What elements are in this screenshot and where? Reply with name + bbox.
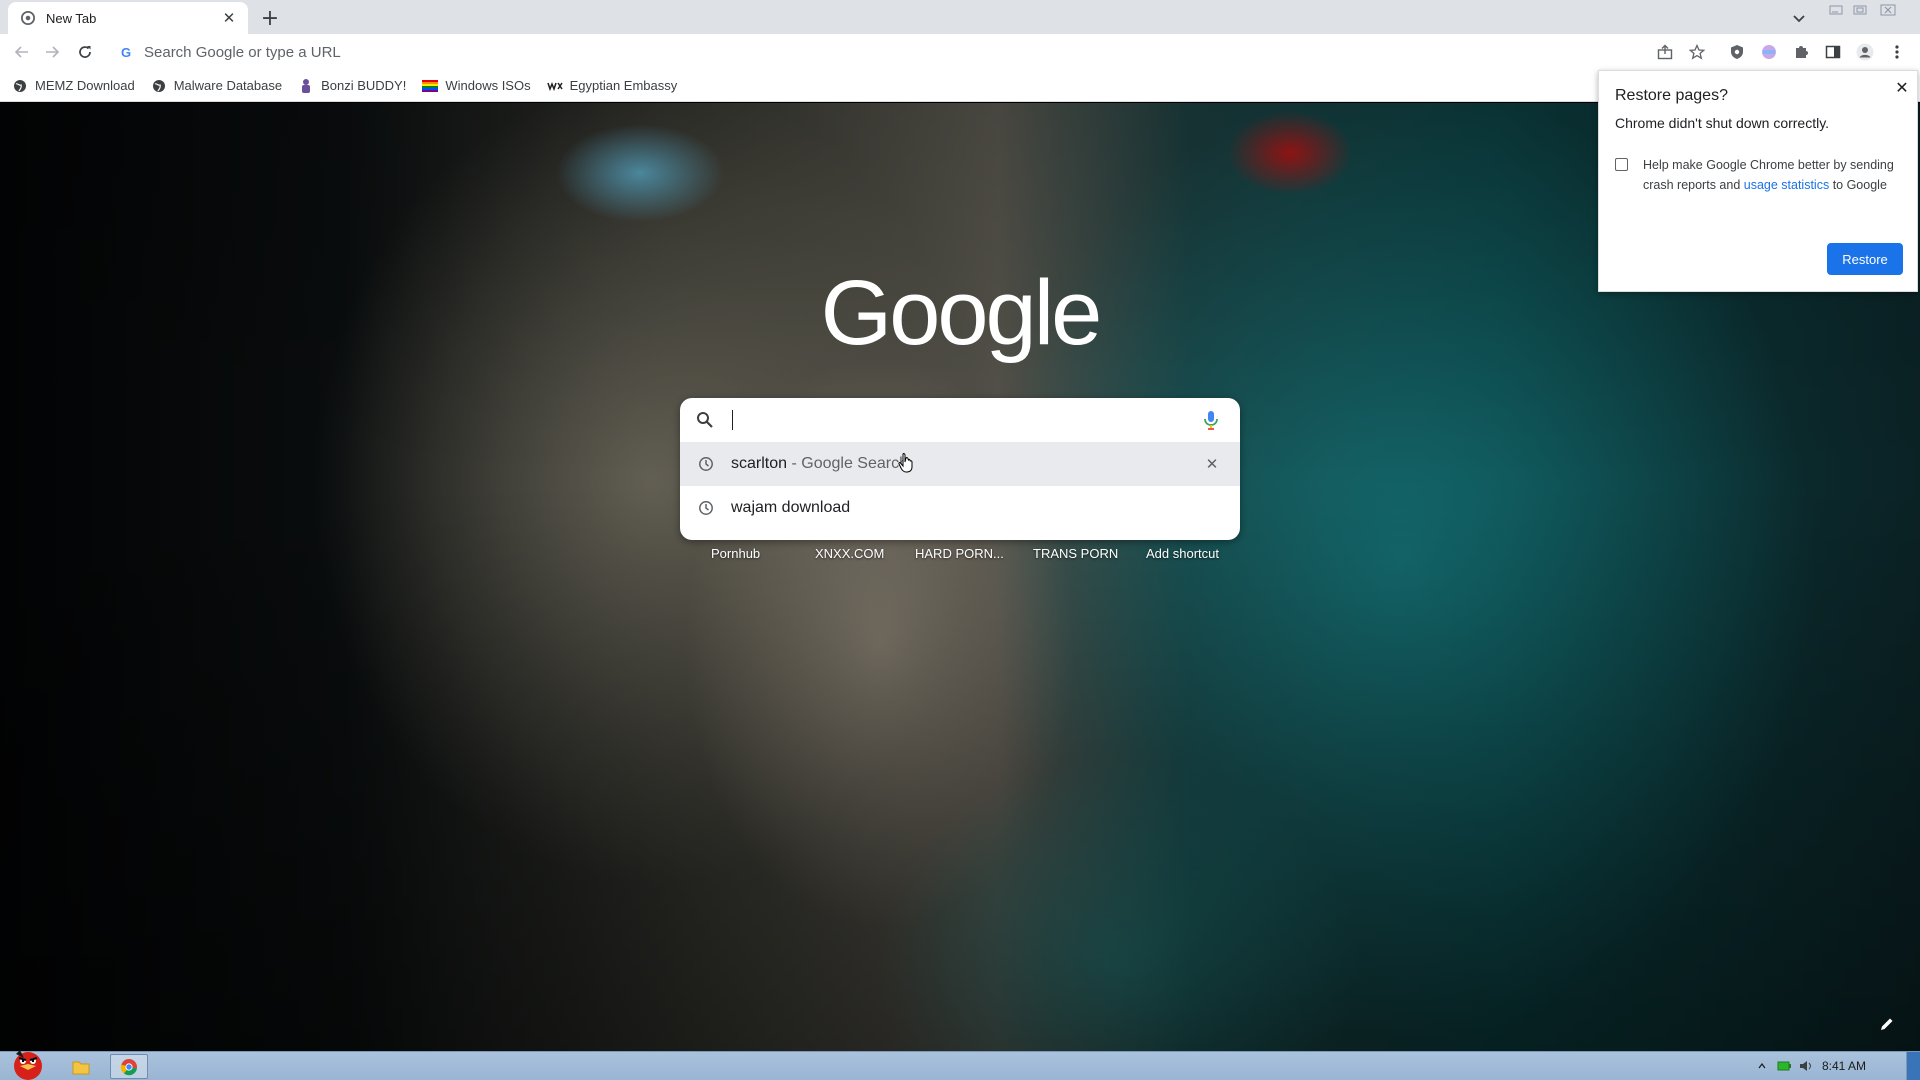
bookmark-memz-download[interactable]: MEMZ Download [12,74,135,98]
side-panel-icon[interactable] [1822,41,1844,63]
add-shortcut-button[interactable]: Add shortcut [1146,546,1219,561]
tab-title: New Tab [46,10,97,26]
bookmark-label: Egyptian Embassy [569,78,678,93]
taskbar: 8:41 AM [0,1050,1920,1080]
menu-kebab-icon[interactable] [1886,41,1908,63]
restore-pages-bubble: Restore pages? ✕ Chrome didn't shut down… [1598,70,1918,292]
omnibox[interactable]: G Search Google or type a URL [110,37,1670,67]
close-tab-icon[interactable]: ✕ [220,9,238,27]
new-tab-button[interactable]: + [258,6,282,31]
tab-search-icon[interactable] [1788,8,1810,30]
taskbar-clock[interactable]: 8:41 AM [1822,1059,1866,1073]
bookmark-star-icon[interactable] [1686,41,1708,63]
bookmark-label: Bonzi BUDDY! [321,78,407,93]
close-window-icon[interactable] [1874,1,1902,19]
bookmark-label: Windows ISOs [445,78,531,93]
bookmark-label: Malware Database [173,78,283,93]
volume-icon[interactable] [1798,1057,1814,1075]
globe-icon [12,78,28,94]
suggestion-text: wajam download [731,499,851,516]
bookmark-malware-database[interactable]: Malware Database [151,74,282,98]
mouse-cursor [897,451,915,475]
globe-icon [151,78,167,94]
forward-icon[interactable] [40,40,64,64]
history-clock-icon [698,456,714,472]
restore-button[interactable]: Restore [1827,243,1903,275]
shortcut-hard-porn[interactable]: HARD PORN... [915,546,1004,561]
usage-statistics-link[interactable]: usage statistics [1744,178,1829,192]
shortcut-pornhub[interactable]: Pornhub [711,546,760,561]
profile-avatar-icon[interactable] [1854,41,1876,63]
restore-title: Restore pages? [1615,87,1728,104]
omnibox-placeholder: Search Google or type a URL [144,43,341,61]
remove-suggestion-icon[interactable]: ✕ [1202,454,1222,474]
toolbar: G Search Google or type a URL [0,34,1920,70]
reload-icon[interactable] [73,40,97,64]
search-input[interactable] [680,398,1240,442]
shield-extension-icon[interactable] [1726,41,1748,63]
restore-message: Chrome didn't shut down correctly. [1615,115,1830,131]
tab-new-tab[interactable]: New Tab ✕ [8,2,248,34]
suggestion-item[interactable]: wajam download [680,486,1240,530]
rainbow-flag-icon [422,78,439,94]
wix-icon [546,78,563,94]
translate-extension-icon[interactable] [1758,41,1780,63]
close-icon[interactable]: ✕ [1893,79,1911,97]
show-desktop-button[interactable] [1906,1052,1920,1080]
start-button-angry-bird-icon[interactable] [6,1046,50,1080]
crash-report-label: Help make Google Chrome better by sendin… [1643,158,1894,192]
google-logo: Google [820,262,1103,364]
shortcut-xnxx[interactable]: XNXX.COM [815,546,884,561]
crash-report-checkbox[interactable] [1615,158,1628,171]
customize-pencil-icon[interactable] [1876,1013,1898,1035]
suggestion-text: scarlton - Google Search [731,455,908,472]
google-g-icon: G [120,44,132,60]
bookmark-label: MEMZ Download [35,78,135,93]
bonzi-icon [298,78,314,94]
microphone-icon[interactable] [1200,409,1222,431]
chrome-icon [120,1058,137,1075]
bookmark-egyptian-embassy[interactable]: Egyptian Embassy [546,74,678,98]
file-explorer-folder-icon[interactable] [66,1054,96,1079]
battery-icon[interactable] [1776,1057,1792,1075]
bookmark-windows-isos[interactable]: Windows ISOs [422,74,531,98]
back-icon[interactable] [10,40,34,64]
extensions-puzzle-icon[interactable] [1790,41,1812,63]
suggestion-item[interactable]: scarlton - Google Search ✕ [680,442,1240,486]
taskbar-chrome-button[interactable] [110,1054,148,1079]
shortcut-trans-porn[interactable]: TRANS PORN [1033,546,1118,561]
bookmark-bonzi-buddy[interactable]: Bonzi BUDDY! [298,74,406,98]
tab-strip: New Tab ✕ + [0,0,1920,34]
search-box[interactable]: scarlton - Google Search ✕ wajam downloa… [680,398,1240,540]
show-hidden-icons-icon[interactable] [1756,1057,1768,1075]
share-icon[interactable] [1654,41,1676,63]
shortcuts-row: Pornhub XNXX.COM HARD PORN... TRANS PORN… [680,540,1240,568]
search-icon [696,411,714,429]
text-caret [732,410,733,430]
restore-window-icon[interactable] [1846,1,1874,19]
history-clock-icon [698,500,714,516]
chrome-icon [20,10,36,26]
